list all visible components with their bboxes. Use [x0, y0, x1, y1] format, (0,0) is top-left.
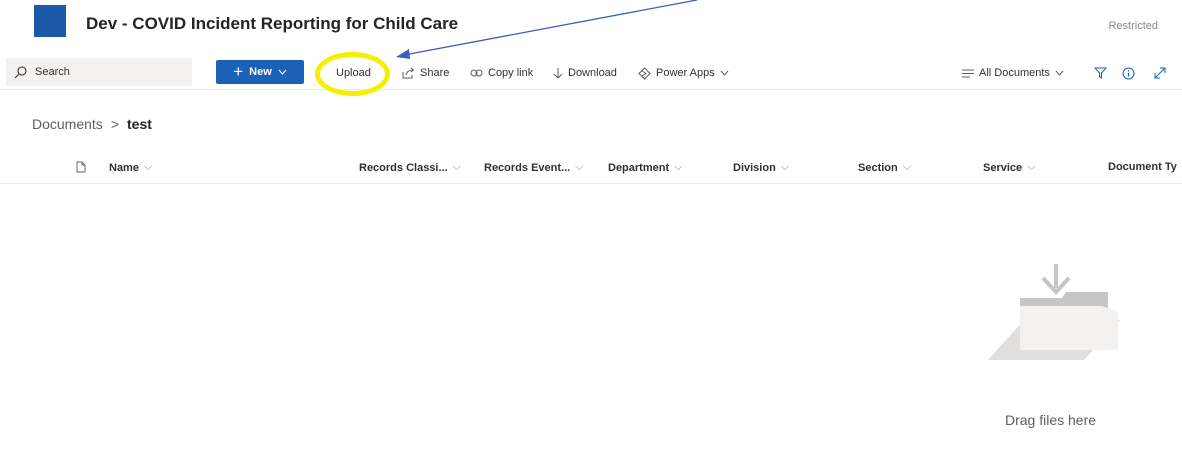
document-icon	[76, 161, 86, 173]
chevron-down-icon: ⌵	[452, 161, 461, 173]
sensitivity-badge: Restricted	[1108, 20, 1158, 32]
column-header-records-event[interactable]: Records Event... ⌵	[484, 161, 584, 174]
copy-link-icon	[470, 69, 483, 77]
chevron-down-icon	[1055, 70, 1064, 76]
search-icon	[14, 65, 27, 78]
power-apps-label: Power Apps	[656, 67, 715, 79]
breadcrumb-separator: >	[110, 116, 119, 132]
column-header-label: Records Event...	[484, 161, 571, 174]
column-header-label: Section	[858, 161, 898, 174]
chevron-down-icon	[278, 69, 287, 75]
folder-icon	[988, 264, 1120, 360]
chevron-down-icon: ⌵	[143, 161, 153, 173]
column-header-label: Name	[109, 161, 139, 174]
power-apps-button[interactable]: Power Apps	[638, 64, 729, 82]
view-lines-icon	[962, 69, 974, 77]
breadcrumb: Documents > test	[32, 116, 152, 132]
column-header-label: Department	[608, 161, 670, 174]
upload-label: Upload	[336, 67, 371, 79]
chevron-down-icon: ⌵	[780, 161, 790, 173]
site-logo[interactable]	[34, 5, 66, 37]
chevron-down-icon: ⌵	[902, 161, 912, 173]
breadcrumb-root[interactable]: Documents	[32, 116, 103, 132]
column-header-department[interactable]: Department ⌵	[608, 161, 682, 174]
copy-link-label: Copy link	[488, 67, 534, 79]
column-header-label: Service	[983, 161, 1023, 174]
column-header-label: Records Classi...	[359, 161, 448, 174]
expand-button[interactable]	[1154, 64, 1166, 82]
chevron-down-icon: ⌵	[575, 161, 584, 173]
share-label: Share	[420, 67, 450, 79]
copy-link-button[interactable]: Copy link	[470, 64, 533, 82]
download-icon	[553, 68, 563, 79]
upload-button[interactable]: Upload	[336, 64, 371, 82]
filter-icon	[1094, 67, 1107, 79]
expand-icon	[1154, 67, 1166, 79]
download-label: Download	[568, 67, 617, 79]
download-button[interactable]: Download	[553, 64, 617, 82]
column-header-section[interactable]: Section ⌵	[858, 161, 911, 174]
view-label: All Documents	[979, 67, 1050, 79]
column-header-label: Document Ty	[1108, 161, 1177, 173]
filter-button[interactable]	[1094, 64, 1107, 82]
chevron-down-icon: ⌵	[674, 161, 683, 173]
breadcrumb-current: test	[127, 116, 152, 132]
site-title[interactable]: Dev - COVID Incident Reporting for Child…	[86, 14, 458, 34]
view-switcher[interactable]: All Documents	[962, 64, 1064, 82]
search-placeholder: Search	[35, 66, 70, 78]
info-icon	[1122, 67, 1135, 79]
power-apps-icon	[638, 66, 651, 80]
command-bar: Search + New Upload Share Copy link Down…	[0, 56, 1182, 90]
search-box[interactable]: Search	[6, 58, 192, 86]
new-button[interactable]: + New	[216, 60, 304, 84]
share-icon	[402, 67, 415, 79]
file-type-column[interactable]	[76, 161, 86, 173]
column-header-division[interactable]: Division ⌵	[733, 161, 789, 174]
new-button-label: New	[249, 66, 272, 78]
drag-files-text: Drag files here	[1005, 412, 1097, 428]
share-button[interactable]: Share	[402, 64, 449, 82]
info-button[interactable]	[1122, 64, 1135, 82]
chevron-down-icon	[720, 70, 729, 76]
column-header-service[interactable]: Service ⌵	[983, 161, 1036, 174]
column-header-document-type[interactable]: Document Ty	[1108, 161, 1177, 173]
site-header: Dev - COVID Incident Reporting for Child…	[0, 0, 1182, 56]
list-header: Name ⌵ Records Classi... ⌵ Records Event..…	[0, 150, 1182, 184]
column-header-name[interactable]: Name ⌵	[109, 161, 152, 174]
column-header-label: Division	[733, 161, 776, 174]
chevron-down-icon: ⌵	[1027, 161, 1036, 173]
column-header-records-classification[interactable]: Records Classi... ⌵	[359, 161, 461, 174]
plus-icon: +	[233, 61, 244, 81]
